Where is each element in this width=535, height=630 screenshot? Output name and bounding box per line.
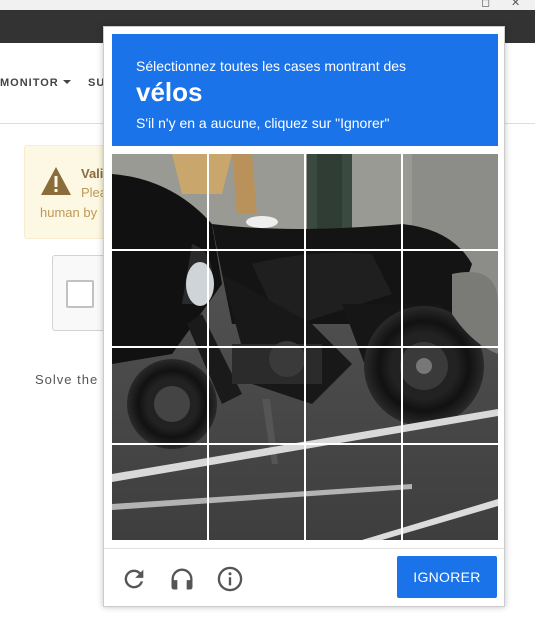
captcha-tile-image (112, 251, 207, 346)
browser-top-strip: ◻ ✕ (0, 0, 535, 10)
nav-item-monitor[interactable]: MONITOR (0, 77, 71, 89)
warning-icon (41, 167, 71, 195)
footer-divider (104, 548, 504, 549)
recaptcha-checkbox[interactable] (66, 280, 94, 308)
captcha-tile-image (209, 445, 304, 540)
alert-text-line: human by (40, 205, 98, 220)
challenge-instruction: Sélectionnez toutes les cases montrant d… (136, 58, 407, 74)
captcha-tile-r4-c3[interactable] (306, 445, 401, 540)
challenge-header: Sélectionnez toutes les cases montrant d… (112, 34, 498, 146)
info-icon[interactable] (216, 565, 244, 593)
captcha-tile-image (112, 348, 207, 443)
solve-instruction: Solve the p (35, 372, 112, 387)
captcha-tile-image (306, 445, 401, 540)
captcha-tile-r3-c3[interactable] (306, 348, 401, 443)
captcha-tile-image (403, 251, 498, 346)
nav-item-label: MONITOR (0, 77, 59, 89)
captcha-tile-image (209, 251, 304, 346)
captcha-tile-image (209, 348, 304, 443)
captcha-tile-image (209, 154, 304, 249)
captcha-tile-image (306, 251, 401, 346)
captcha-tile-r2-c1[interactable] (112, 251, 207, 346)
captcha-tile-r4-c1[interactable] (112, 445, 207, 540)
captcha-tile-r2-c3[interactable] (306, 251, 401, 346)
caret-down-icon (62, 80, 71, 84)
captcha-tile-r1-c2[interactable] (209, 154, 304, 249)
window-close-icon[interactable]: ✕ (511, 0, 520, 9)
captcha-tile-image (403, 348, 498, 443)
reload-icon[interactable] (120, 565, 148, 593)
captcha-tile-image (306, 348, 401, 443)
captcha-tile-r1-c4[interactable] (403, 154, 498, 249)
captcha-tile-image (306, 154, 401, 249)
captcha-image-grid (112, 154, 498, 540)
challenge-target: vélos (136, 77, 203, 107)
challenge-subtext: S'il n'y en a aucune, cliquez sur "Ignor… (136, 115, 390, 131)
headphones-icon[interactable] (168, 565, 196, 593)
captcha-tile-r1-c3[interactable] (306, 154, 401, 249)
captcha-tile-r2-c2[interactable] (209, 251, 304, 346)
captcha-tile-image (403, 154, 498, 249)
captcha-tile-r3-c2[interactable] (209, 348, 304, 443)
skip-button[interactable]: IGNORER (397, 556, 497, 598)
captcha-tile-r3-c1[interactable] (112, 348, 207, 443)
window-restore-icon[interactable]: ◻ (481, 0, 490, 9)
captcha-tile-r1-c1[interactable] (112, 154, 207, 249)
captcha-tile-r4-c4[interactable] (403, 445, 498, 540)
captcha-tile-r2-c4[interactable] (403, 251, 498, 346)
captcha-tile-r3-c4[interactable] (403, 348, 498, 443)
captcha-tile-image (112, 445, 207, 540)
alert-title: Vali (81, 166, 104, 181)
captcha-tile-r4-c2[interactable] (209, 445, 304, 540)
captcha-challenge-popup: Sélectionnez toutes les cases montrant d… (103, 26, 505, 607)
captcha-tile-image (403, 445, 498, 540)
captcha-tile-image (112, 154, 207, 249)
